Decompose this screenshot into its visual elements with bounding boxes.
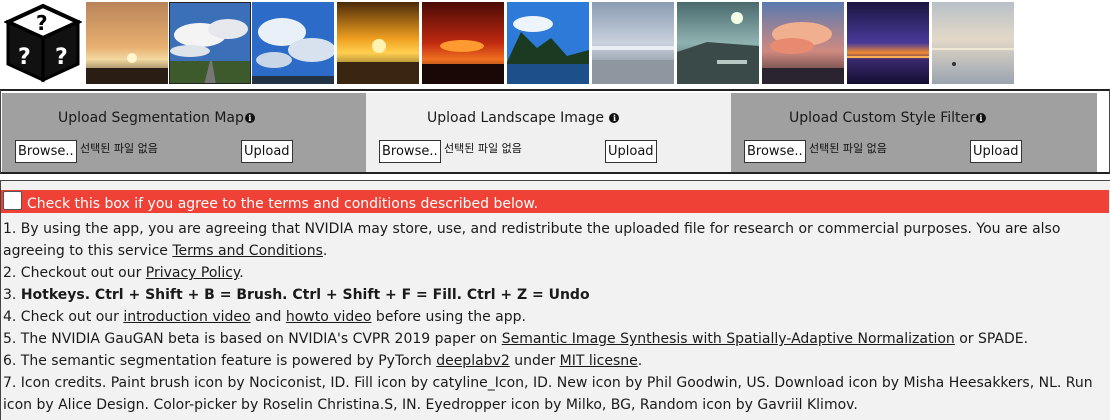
style-thumb-grey-beach[interactable]	[592, 2, 674, 84]
svg-text:?: ?	[18, 45, 31, 70]
info-icon[interactable]: i	[609, 113, 620, 123]
svg-text:?: ?	[55, 45, 68, 70]
segmentation-upload-box: Upload Segmentation Map i Browse.. 선택된 파일…	[2, 93, 366, 172]
terms-line-7: 7. Icon credits. Paint brush icon by Noc…	[3, 375, 1093, 413]
terms-text: 4. Check out our	[3, 309, 124, 325]
segmentation-browse-button[interactable]: Browse..	[15, 140, 77, 163]
terms-text: or SPADE.	[954, 331, 1029, 347]
deeplabv2-link[interactable]: deeplabv2	[436, 353, 510, 369]
terms-text: .	[239, 265, 244, 281]
terms-text: under	[509, 353, 560, 369]
style-thumb-dusk-pier[interactable]	[677, 2, 759, 84]
style-thumb-road-clouds[interactable]	[169, 2, 251, 84]
style-file-status: 선택된 파일 없음	[809, 142, 887, 155]
segmentation-upload-button[interactable]: Upload	[241, 140, 293, 163]
style-upload-title: Upload Custom Style Filter i	[789, 110, 986, 126]
style-thumbnail-strip: ? ? ?	[0, 0, 1110, 88]
terms-text: .	[322, 243, 328, 259]
segmentation-upload-title: Upload Segmentation Map i	[58, 110, 255, 126]
agree-checkbox[interactable]	[3, 191, 22, 210]
agree-label[interactable]: Check this box if you agree to the terms…	[27, 196, 538, 212]
style-browse-button[interactable]: Browse..	[744, 140, 806, 163]
terms-and-conditions-link[interactable]: Terms and Conditions	[172, 243, 323, 259]
style-thumb-calm-sea[interactable]	[932, 2, 1014, 84]
upload-panel: Upload Segmentation Map i Browse.. 선택된 파일…	[0, 89, 1110, 174]
terms-text: before using the app.	[371, 309, 526, 325]
info-icon[interactable]: i	[244, 113, 255, 123]
svg-text:?: ?	[36, 11, 48, 35]
landscape-upload-button[interactable]: Upload	[605, 140, 657, 163]
terms-text: 1. By using the app, you are agreeing th…	[3, 221, 1061, 259]
terms-text: 3.	[3, 287, 21, 303]
segmentation-file-status: 선택된 파일 없음	[80, 142, 158, 155]
style-thumb-orange-sunset[interactable]	[337, 2, 419, 84]
terms-line-2: 2. Checkout out our Privacy Policy.	[3, 262, 1107, 284]
terms-line-5: 5. The NVIDIA GauGAN beta is based on NV…	[3, 328, 1107, 350]
privacy-policy-link[interactable]: Privacy Policy	[146, 265, 239, 281]
style-thumb-purple-horizon[interactable]	[847, 2, 929, 84]
terms-line-4: 4. Check out our introduction video and …	[3, 306, 1107, 328]
spade-paper-link[interactable]: Semantic Image Synthesis with Spatially-…	[502, 331, 955, 347]
terms-text: 6. The semantic segmentation feature is …	[3, 353, 437, 369]
mit-license-link[interactable]: MIT licesne	[560, 353, 638, 369]
terms-line-1: 1. By using the app, you are agreeing th…	[3, 218, 1107, 262]
style-thumb-red-sun-sky[interactable]	[422, 2, 504, 84]
style-thumb-island-lake[interactable]	[507, 2, 589, 84]
terms-text: .	[637, 353, 643, 369]
landscape-browse-button[interactable]: Browse..	[379, 140, 441, 163]
style-thumb-sunset-fence[interactable]	[86, 2, 168, 84]
terms-line-6: 6. The semantic segmentation feature is …	[3, 350, 1107, 372]
terms-section: Check this box if you agree to the terms…	[0, 180, 1110, 420]
terms-line-3: 3. Hotkeys. Ctrl + Shift + B = Brush. Ct…	[3, 284, 1107, 306]
terms-text: 2. Checkout out our	[3, 265, 146, 281]
style-thumb-pink-clouds[interactable]	[762, 2, 844, 84]
terms-text: 5. The NVIDIA GauGAN beta is based on NV…	[3, 331, 502, 347]
hotkeys-text: Hotkeys. Ctrl + Shift + B = Brush. Ctrl …	[20, 287, 590, 303]
info-icon[interactable]: i	[975, 113, 986, 123]
style-thumb-cloudy-sky[interactable]	[252, 2, 334, 84]
landscape-upload-title: Upload Landscape Image i	[427, 110, 620, 126]
landscape-upload-box: Upload Landscape Image i Browse.. 선택된 파일…	[366, 93, 731, 172]
random-style-dice-icon[interactable]: ? ? ?	[3, 2, 83, 84]
style-upload-button[interactable]: Upload	[970, 140, 1022, 163]
introduction-video-link[interactable]: introduction video	[123, 309, 250, 325]
howto-video-link[interactable]: howto video	[286, 309, 372, 325]
landscape-file-status: 선택된 파일 없음	[444, 142, 522, 155]
terms-list: 1. By using the app, you are agreeing th…	[3, 218, 1107, 416]
style-upload-box: Upload Custom Style Filter i Browse.. 선택된…	[731, 93, 1097, 172]
terms-text: and	[250, 309, 286, 325]
